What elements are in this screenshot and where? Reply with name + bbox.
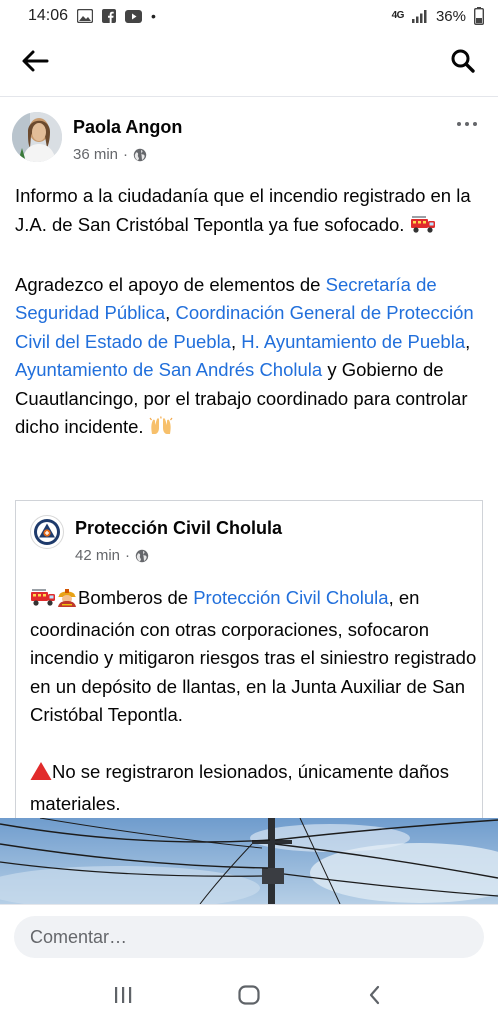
chevron-left-icon [369, 985, 380, 1005]
network-type-icon: 4G [391, 10, 405, 21]
home-icon [238, 985, 260, 1005]
p2-sep: , [465, 330, 471, 352]
gallery-notification-icon [77, 9, 94, 23]
search-icon [451, 49, 475, 73]
post-time[interactable]: 36 min [73, 146, 118, 163]
post-options-button[interactable] [452, 114, 482, 134]
post-body: Informo a la ciudadanía que el incendio … [15, 182, 487, 445]
post-meta: 36 min · [73, 146, 147, 163]
fire-engine-emoji-icon [410, 214, 436, 243]
recent-apps-button[interactable] [103, 975, 143, 1015]
home-button[interactable] [229, 975, 269, 1015]
search-button[interactable] [446, 44, 480, 78]
shared-line2: No se registraron lesionados, únicamente… [30, 761, 449, 814]
more-dot-icon [465, 122, 469, 126]
post-paragraph-2: Agradezco el apoyo de elementos de Secre… [15, 271, 487, 445]
p2-intro: Agradezco el apoyo de elementos de [15, 273, 326, 295]
status-dot: • [151, 8, 156, 24]
youtube-notification-icon [125, 9, 143, 23]
header-divider [0, 96, 498, 97]
shared-author-avatar[interactable] [30, 515, 64, 549]
status-time: 14:06 [28, 7, 69, 24]
meta-separator: · [125, 547, 131, 564]
post-photo[interactable] [0, 818, 498, 904]
signal-icon [411, 9, 428, 23]
shared-author-name[interactable]: Protección Civil Cholula [75, 518, 282, 539]
fire-engine-emoji-icon [30, 587, 56, 616]
globe-icon [133, 148, 147, 161]
more-dot-icon [473, 122, 477, 126]
app-bar [0, 32, 498, 90]
arrow-left-icon [22, 50, 49, 72]
firefighter-emoji-icon [56, 587, 78, 616]
red-triangle-emoji-icon [30, 761, 52, 790]
link-ayuntamiento-puebla[interactable]: H. Ayuntamiento de Puebla [241, 331, 465, 352]
status-bar: 14:06 • 4G 36% [0, 0, 498, 32]
shared-paragraph-2: No se registraron lesionados, únicamente… [30, 758, 478, 818]
p2-sep: , [165, 302, 176, 323]
link-ayuntamiento-san-andres[interactable]: Ayuntamiento de San Andrés Cholula [15, 359, 322, 380]
p2-sep: , [230, 330, 242, 352]
facebook-notification-icon [102, 9, 117, 23]
network-type-label: 4G [391, 10, 405, 21]
globe-icon [135, 549, 149, 562]
shared-post-time[interactable]: 42 min [75, 547, 120, 564]
system-nav-bar [0, 966, 498, 1024]
back-nav-button[interactable] [355, 975, 395, 1015]
recent-apps-icon [115, 987, 132, 1003]
more-dot-icon [457, 122, 461, 126]
power-lines-photo [0, 818, 498, 904]
battery-percent: 36% [435, 7, 466, 25]
comment-bar [0, 904, 498, 966]
meta-separator: · [123, 146, 129, 163]
back-button[interactable] [18, 44, 52, 78]
proteccion-civil-logo-icon [34, 519, 60, 545]
battery-icon [474, 7, 484, 25]
shared-post-card[interactable]: Protección Civil Cholula 42 min · Bomber… [15, 500, 483, 830]
shared-line1-pre: Bomberos de [78, 587, 194, 608]
post-paragraph-1: Informo a la ciudadanía que el incendio … [15, 182, 487, 242]
shared-post-header: Protección Civil Cholula 42 min · [30, 515, 470, 565]
shared-post-meta: 42 min · [75, 547, 149, 564]
comment-input[interactable] [14, 916, 484, 958]
raising-hands-emoji-icon [149, 416, 173, 445]
author-avatar[interactable] [12, 112, 62, 162]
shared-paragraph-1: Bomberos de Protección Civil Cholula, en… [30, 584, 478, 730]
shared-post-body: Bomberos de Protección Civil Cholula, en… [30, 584, 478, 818]
author-name[interactable]: Paola Angon [73, 117, 182, 138]
link-proteccion-civil-cholula[interactable]: Protección Civil Cholula [193, 587, 388, 608]
post-header: Paola Angon 36 min · [12, 112, 486, 168]
post-paragraph-1-text: Informo a la ciudadanía que el incendio … [15, 185, 471, 235]
